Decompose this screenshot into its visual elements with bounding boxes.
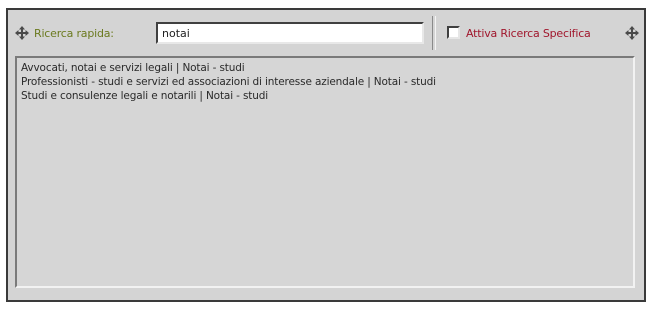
list-item[interactable]: Avvocati, notai e servizi legali | Notai…	[21, 61, 629, 75]
toolbar-divider	[432, 16, 436, 50]
quick-search-input[interactable]	[156, 22, 424, 44]
specific-search-checkbox[interactable]	[447, 26, 460, 39]
four-way-move-arrow-icon[interactable]	[625, 26, 639, 40]
search-toolbar: Ricerca rapida: Attiva Ricerca Specifica	[8, 10, 644, 56]
quick-search-label: Ricerca rapida:	[34, 27, 114, 40]
specific-search-label[interactable]: Attiva Ricerca Specifica	[466, 27, 591, 40]
results-list[interactable]: Avvocati, notai e servizi legali | Notai…	[15, 56, 635, 288]
list-item[interactable]: Professionisti - studi e servizi ed asso…	[21, 75, 629, 89]
four-way-move-arrow-icon[interactable]	[15, 26, 29, 40]
list-item[interactable]: Studi e consulenze legali e notarili | N…	[21, 89, 629, 103]
quick-search-panel: Ricerca rapida: Attiva Ricerca Specifica…	[6, 8, 646, 302]
